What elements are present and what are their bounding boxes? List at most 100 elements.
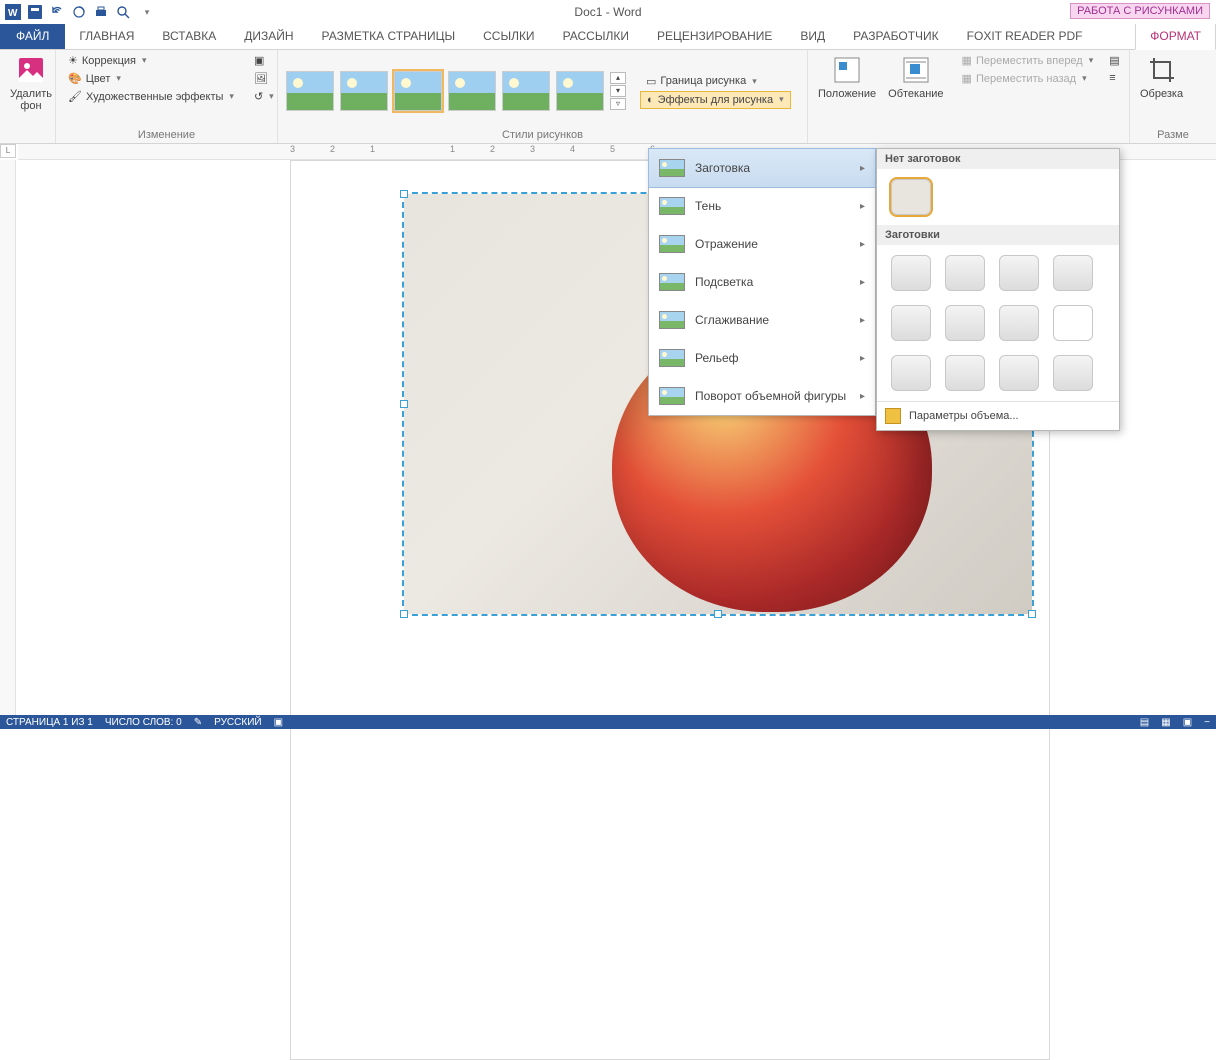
compress-pictures-button[interactable]: ▣ (248, 52, 280, 69)
tab-pagelayout[interactable]: РАЗМЕТКА СТРАНИЦЫ (308, 24, 470, 49)
tab-file[interactable]: ФАЙЛ (0, 24, 65, 49)
view-printlayout-icon[interactable]: ▦ (1161, 717, 1170, 728)
resize-handle[interactable] (714, 610, 722, 618)
wrap-icon (900, 54, 932, 86)
undo-icon[interactable] (48, 3, 66, 21)
align-icon: ≡ (1109, 72, 1115, 84)
tab-home[interactable]: ГЛАВНАЯ (65, 24, 148, 49)
menu-reflection[interactable]: Отражение▸ (649, 225, 875, 263)
tab-foxit[interactable]: FOXIT READER PDF (953, 24, 1097, 49)
title-bar: W ▾ Doc1 - Word РАБОТА С РИСУНКАМИ (0, 0, 1216, 24)
rotation-icon (659, 387, 685, 405)
selection-pane-button[interactable]: ▤ (1103, 52, 1125, 69)
bring-forward-button[interactable]: ▦Переместить вперед▾ (956, 52, 1100, 69)
menu-softedges[interactable]: Сглаживание▸ (649, 301, 875, 339)
qat-customize-icon[interactable]: ▾ (138, 3, 156, 21)
tab-references[interactable]: ССЫЛКИ (469, 24, 548, 49)
proofing-icon[interactable]: ✎ (194, 717, 202, 728)
resize-handle[interactable] (1028, 610, 1036, 618)
status-page[interactable]: СТРАНИЦА 1 ИЗ 1 (6, 717, 93, 728)
status-wordcount[interactable]: ЧИСЛО СЛОВ: 0 (105, 717, 182, 728)
picture-effects-button[interactable]: ◐Эффекты для рисунка▾ (640, 91, 791, 109)
change-picture-button[interactable]: 🖼 (248, 70, 280, 87)
preset-item[interactable] (891, 305, 931, 341)
preset-item[interactable] (999, 355, 1039, 391)
brush-icon: 🖌 (68, 90, 82, 103)
document-title: Doc1 - Word (574, 5, 641, 19)
resize-handle[interactable] (400, 190, 408, 198)
style-thumb[interactable] (556, 71, 604, 111)
preset-icon (659, 159, 685, 177)
preset-item[interactable] (945, 255, 985, 291)
view-weblayout-icon[interactable]: ▣ (1183, 717, 1192, 728)
menu-shadow[interactable]: Тень▸ (649, 187, 875, 225)
menu-glow[interactable]: Подсветка▸ (649, 263, 875, 301)
gallery-scroll[interactable]: ▴▾▿ (610, 72, 626, 110)
3d-options-button[interactable]: Параметры объема... (877, 401, 1119, 430)
style-thumb[interactable] (340, 71, 388, 111)
remove-bg-icon (15, 54, 47, 86)
style-thumb-selected[interactable] (394, 71, 442, 111)
bevel-icon (659, 349, 685, 367)
tab-insert[interactable]: ВСТАВКА (148, 24, 230, 49)
preset-item[interactable] (891, 255, 931, 291)
group-styles-label: Стили рисунков (284, 129, 801, 143)
style-thumb[interactable] (502, 71, 550, 111)
macro-icon[interactable]: ▣ (274, 717, 283, 728)
crop-button[interactable]: Обрезка (1136, 52, 1187, 102)
menu-3drotation[interactable]: Поворот объемной фигуры▸ (649, 377, 875, 415)
style-thumb[interactable] (286, 71, 334, 111)
zoom-out-icon[interactable]: − (1204, 717, 1210, 728)
preview-icon[interactable] (114, 3, 132, 21)
reset-picture-button[interactable]: ↺▾ (248, 88, 280, 105)
preset-item[interactable] (1053, 255, 1093, 291)
pane-icon: ▤ (1109, 54, 1119, 67)
preset-item[interactable] (945, 355, 985, 391)
remove-background-button[interactable]: Удалить фон (6, 52, 56, 114)
preset-item[interactable] (999, 255, 1039, 291)
tab-review[interactable]: РЕЦЕНЗИРОВАНИЕ (643, 24, 786, 49)
status-language[interactable]: РУССКИЙ (214, 717, 261, 728)
wrap-text-button[interactable]: Обтекание (884, 52, 947, 102)
presets-flyout: Нет заготовок Заготовки Параметры объема… (876, 148, 1120, 431)
preset-item[interactable] (945, 305, 985, 341)
picture-styles-gallery: ▴▾▿ (284, 67, 628, 115)
style-thumb[interactable] (448, 71, 496, 111)
artistic-effects-button[interactable]: 🖌Художественные эффекты▾ (62, 88, 240, 105)
send-backward-button[interactable]: ▦Переместить назад▾ (956, 70, 1100, 87)
status-bar: СТРАНИЦА 1 ИЗ 1 ЧИСЛО СЛОВ: 0 ✎ РУССКИЙ … (0, 715, 1216, 729)
tab-view[interactable]: ВИД (786, 24, 839, 49)
effects-icon: ◐ (647, 94, 654, 106)
change-icon: 🖼 (254, 72, 268, 85)
menu-preset[interactable]: Заготовка▸ (648, 148, 876, 188)
resize-handle[interactable] (400, 610, 408, 618)
preset-item[interactable] (1053, 355, 1093, 391)
position-button[interactable]: Положение (814, 52, 880, 102)
presets-none-header: Нет заготовок (877, 149, 1119, 169)
preset-item[interactable] (999, 305, 1039, 341)
tab-mailings[interactable]: РАССЫЛКИ (549, 24, 643, 49)
color-button[interactable]: 🎨Цвет▾ (62, 70, 240, 87)
ribbon: Удалить фон ☀Коррекция▾ 🎨Цвет▾ 🖌Художест… (0, 50, 1216, 144)
view-readmode-icon[interactable]: ▤ (1140, 717, 1149, 728)
preset-item[interactable] (891, 355, 931, 391)
ruler-corner[interactable]: L (0, 144, 16, 158)
tab-developer[interactable]: РАЗРАБОТЧИК (839, 24, 953, 49)
resize-handle[interactable] (400, 400, 408, 408)
compress-icon: ▣ (254, 54, 264, 67)
group-adjust-label: Изменение (62, 129, 271, 143)
tab-design[interactable]: ДИЗАЙН (230, 24, 307, 49)
redo-icon[interactable] (70, 3, 88, 21)
corrections-button[interactable]: ☀Коррекция▾ (62, 52, 240, 69)
align-button[interactable]: ≡ (1103, 70, 1125, 86)
preset-none[interactable] (891, 179, 931, 215)
quickprint-icon[interactable] (92, 3, 110, 21)
picture-border-button[interactable]: ▭Граница рисунка▾ (640, 73, 791, 90)
group-size-label: Разме (1136, 129, 1210, 143)
save-icon[interactable] (26, 3, 44, 21)
menu-bevel[interactable]: Рельеф▸ (649, 339, 875, 377)
tab-format[interactable]: ФОРМАТ (1135, 23, 1216, 50)
preset-item[interactable] (1053, 305, 1093, 341)
word-icon[interactable]: W (4, 3, 22, 21)
vertical-ruler[interactable] (0, 160, 16, 715)
